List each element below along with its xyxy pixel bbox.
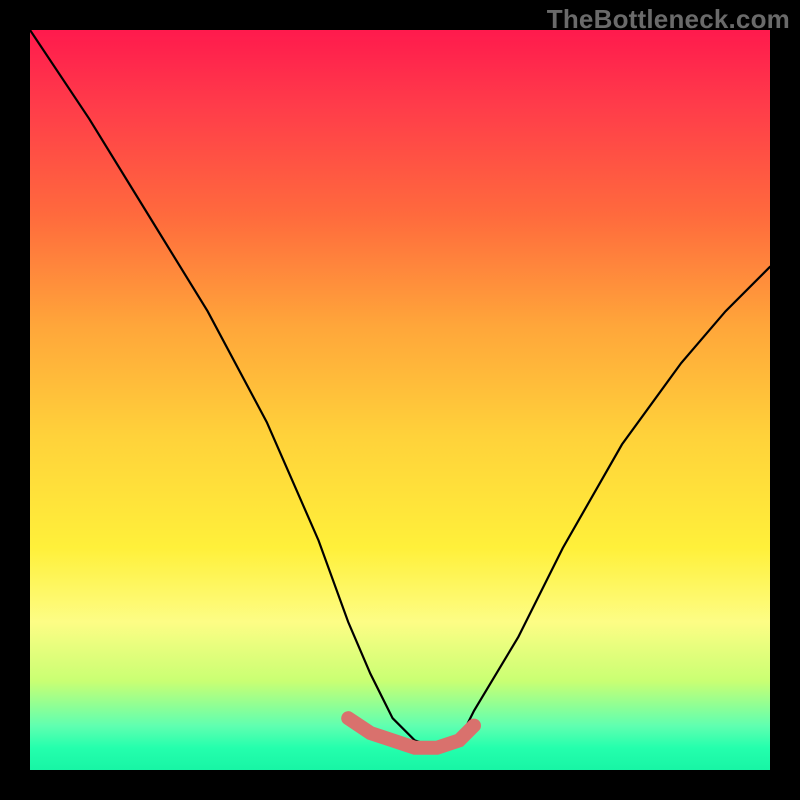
watermark-text: TheBottleneck.com	[547, 4, 790, 35]
chart-plot-area	[30, 30, 770, 770]
chart-frame: TheBottleneck.com	[0, 0, 800, 800]
chart-low-highlight	[348, 718, 474, 748]
chart-curve-line	[30, 30, 770, 748]
chart-curves-svg	[30, 30, 770, 770]
